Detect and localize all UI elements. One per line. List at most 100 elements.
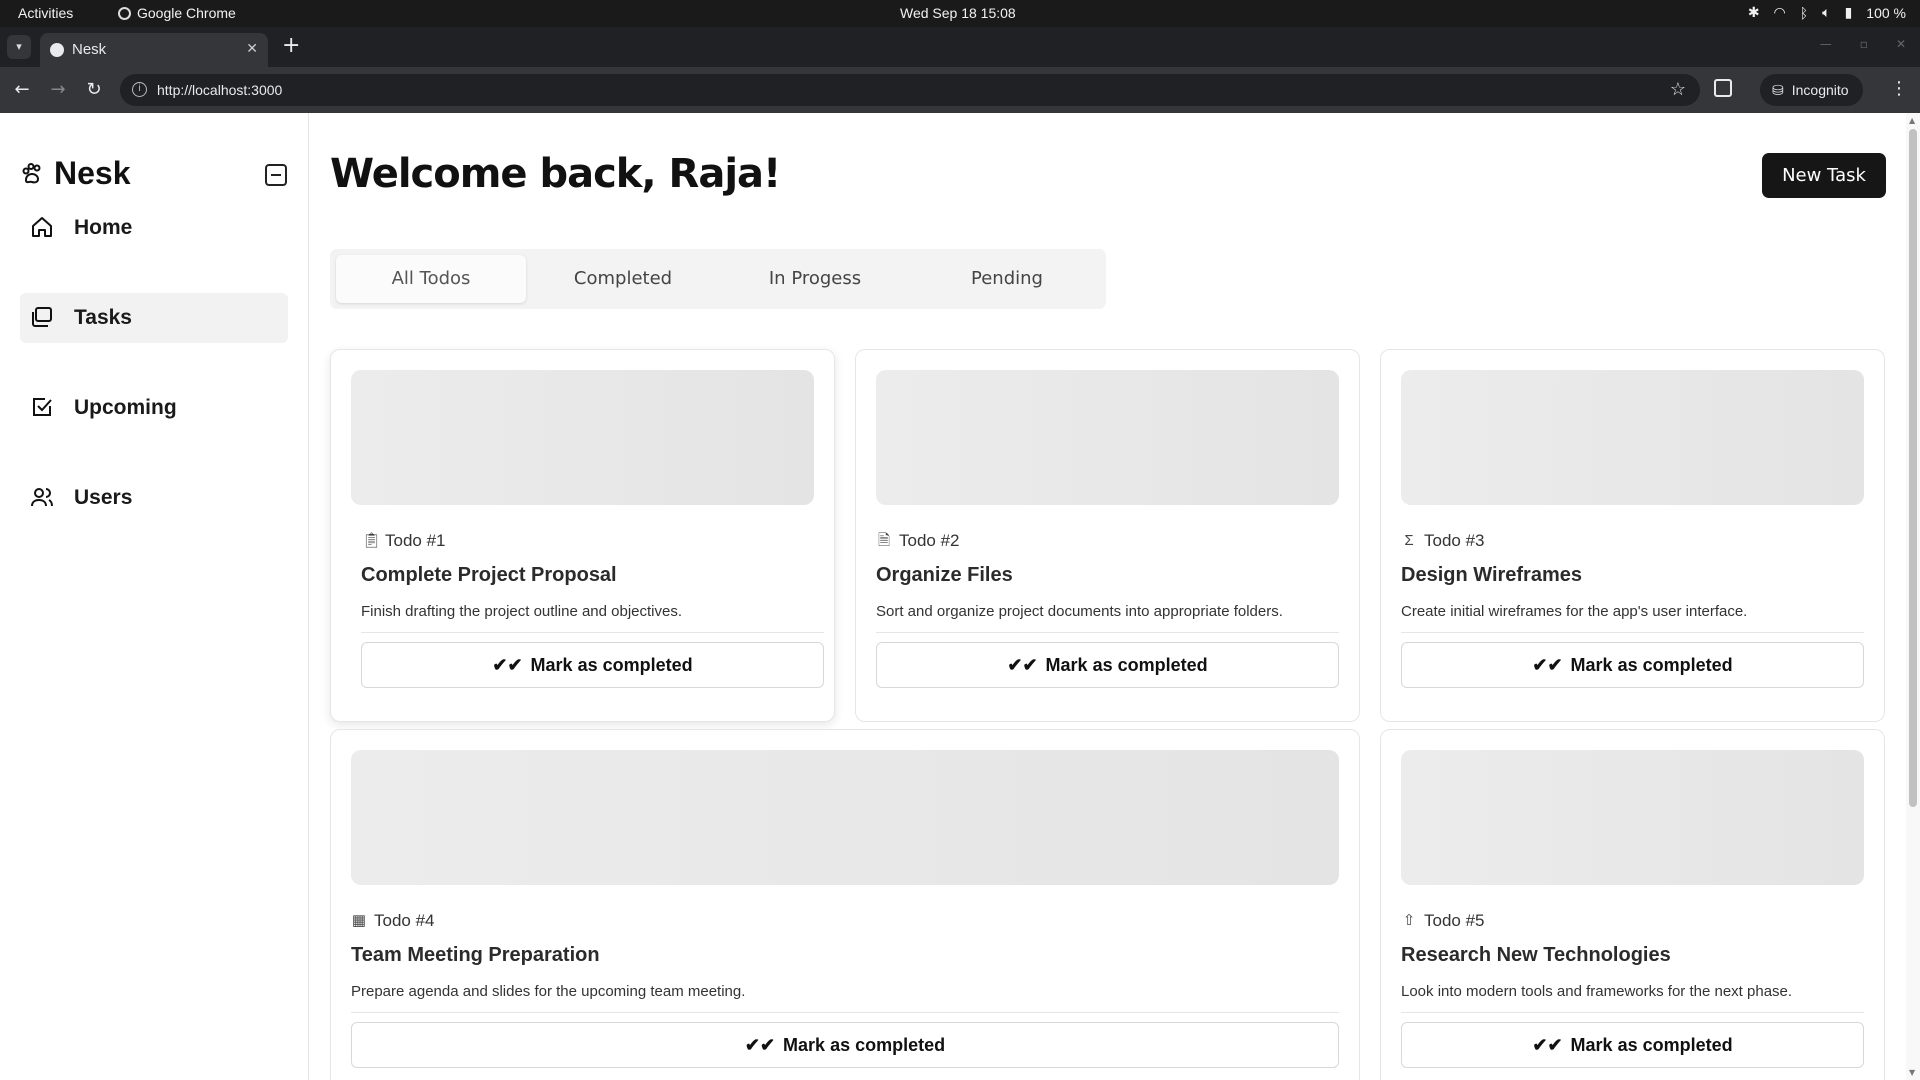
page-scrollbar[interactable]: ▲ ▼ — [1906, 113, 1920, 1080]
os-top-bar: Activities Google Chrome Wed Sep 18 15:0… — [0, 0, 1920, 27]
brand[interactable]: Nesk — [20, 155, 131, 192]
todo-number: Todo #5 — [1424, 911, 1485, 930]
browser-tab-strip: ▾ Nesk ✕ + — ▫ ✕ — [0, 27, 1920, 67]
divider — [1401, 632, 1864, 633]
todo-card: 🗎 Todo #2 Organize Files Sort and organi… — [855, 349, 1360, 722]
minimize-icon[interactable]: — — [1820, 37, 1832, 51]
tab-all-todos[interactable]: All Todos — [336, 255, 526, 303]
folders-icon — [32, 307, 52, 327]
todo-description: Finish drafting the project outline and … — [361, 603, 683, 620]
site-info-icon[interactable]: i — [132, 82, 147, 97]
new-task-button[interactable]: New Task — [1762, 153, 1886, 198]
home-icon — [32, 217, 52, 237]
double-check-icon: ✔✔ — [492, 654, 523, 675]
divider — [361, 632, 824, 633]
mark-completed-label: Mark as completed — [1570, 1034, 1733, 1055]
accessibility-icon: ✱ — [1747, 4, 1760, 20]
address-bar[interactable]: i http://localhost:3000 ☆ — [120, 74, 1700, 106]
mark-completed-button[interactable]: ✔✔ Mark as completed — [876, 642, 1339, 688]
todo-number: Todo #4 — [374, 911, 435, 930]
back-icon[interactable]: ← — [10, 78, 34, 102]
todo-card: Σ Todo #3 Design Wireframes Create initi… — [1380, 349, 1885, 722]
divider — [351, 1012, 1339, 1013]
sidebar-item-users[interactable]: Users — [20, 473, 288, 523]
todo-title: Research New Technologies — [1401, 944, 1671, 966]
sigma-icon: Σ — [1404, 532, 1414, 549]
sidebar-item-home[interactable]: Home — [20, 203, 288, 253]
clock[interactable]: Wed Sep 18 15:08 — [900, 5, 1016, 21]
todo-number: Todo #3 — [1424, 531, 1485, 550]
scroll-down-icon[interactable]: ▼ — [1909, 1068, 1915, 1077]
mark-completed-label: Mark as completed — [1570, 654, 1733, 675]
bookmark-star-icon[interactable]: ☆ — [1670, 79, 1686, 100]
mark-completed-button[interactable]: ✔✔ Mark as completed — [1401, 1022, 1864, 1068]
chrome-icon — [118, 6, 131, 20]
sidebar-item-label: Home — [74, 216, 133, 239]
battery-icon: ▮ — [1844, 4, 1853, 20]
close-tab-icon[interactable]: ✕ — [246, 40, 258, 57]
todo-description: Prepare agenda and slides for the upcomi… — [351, 983, 746, 1000]
divider — [1401, 1012, 1864, 1013]
todo-card: ⇧ Todo #5 Research New Technologies Look… — [1380, 729, 1885, 1080]
maximize-icon[interactable]: ▫ — [1860, 37, 1868, 51]
divider — [876, 632, 1339, 633]
sidebar-item-tasks[interactable]: Tasks — [20, 293, 288, 343]
mark-completed-button[interactable]: ✔✔ Mark as completed — [1401, 642, 1864, 688]
todo-title: Design Wireframes — [1401, 564, 1582, 586]
activities-button[interactable]: Activities — [18, 5, 73, 21]
todo-tag: ⇧ Todo #5 — [1401, 911, 1485, 931]
todo-number: Todo #2 — [899, 531, 960, 550]
todo-image-placeholder — [351, 750, 1339, 885]
mark-completed-button[interactable]: ✔✔ Mark as completed — [351, 1022, 1339, 1068]
favicon-icon — [50, 43, 64, 57]
tab-search-button[interactable]: ▾ — [7, 35, 31, 59]
app-menu[interactable]: Google Chrome — [118, 5, 236, 21]
reload-icon[interactable]: ↻ — [82, 78, 106, 102]
todo-card: 📋︎ Todo #1 Complete Project Proposal Fin… — [330, 349, 835, 722]
sidebar-item-upcoming[interactable]: Upcoming — [20, 383, 288, 433]
forward-icon[interactable]: → — [46, 78, 70, 102]
battery-level: 100 % — [1866, 4, 1906, 21]
todo-title: Organize Files — [876, 564, 1013, 586]
extensions-icon[interactable] — [1714, 79, 1732, 97]
tab-in-progress[interactable]: In Progess — [720, 255, 910, 303]
scroll-up-icon[interactable]: ▲ — [1909, 116, 1915, 125]
collapse-sidebar-icon[interactable] — [265, 164, 287, 186]
double-check-icon: ✔✔ — [1007, 654, 1038, 675]
wifi-icon: ◠ — [1773, 4, 1786, 20]
todo-tag: Σ Todo #3 — [1401, 531, 1485, 551]
incognito-label: Incognito — [1791, 82, 1849, 98]
app-viewport: Nesk Home Tasks Upcoming Users Welcome b… — [0, 113, 1920, 1080]
incognito-badge[interactable]: ⛁ Incognito — [1760, 74, 1863, 106]
double-check-icon: ✔✔ — [744, 1034, 776, 1055]
todo-image-placeholder — [1401, 370, 1864, 505]
todo-tag: 📋︎ Todo #1 — [362, 531, 446, 551]
new-tab-button[interactable]: + — [282, 35, 300, 57]
todo-image-placeholder — [351, 370, 814, 505]
double-check-icon: ✔✔ — [1532, 654, 1563, 675]
todo-tag: 🗎 Todo #2 — [876, 531, 960, 551]
sidebar-item-label: Users — [74, 486, 133, 509]
main-content: Welcome back, Raja! New Task All Todos C… — [310, 113, 1910, 1080]
page-title: Welcome back, Raja! — [330, 151, 781, 197]
brand-name: Nesk — [54, 155, 131, 191]
checkbox-icon — [33, 398, 52, 416]
volume-icon: 🔈︎ — [1822, 4, 1831, 20]
scrollbar-thumb[interactable] — [1909, 129, 1917, 807]
bluetooth-icon: ᛒ — [1799, 4, 1809, 21]
system-tray[interactable]: ✱ ◠ ᛒ 🔈︎ ▮ 100 % — [1748, 4, 1906, 21]
tab-completed[interactable]: Completed — [528, 255, 718, 303]
tab-pending[interactable]: Pending — [912, 255, 1102, 303]
chrome-menu-icon[interactable]: ⋮ — [1890, 78, 1908, 99]
browser-tab[interactable]: Nesk ✕ — [40, 33, 268, 67]
users-icon — [31, 488, 53, 507]
sidebar: Nesk Home Tasks Upcoming Users — [0, 113, 309, 1080]
tab-title: Nesk — [72, 41, 107, 58]
url-text[interactable]: http://localhost:3000 — [157, 82, 282, 98]
mark-completed-label: Mark as completed — [530, 654, 693, 675]
browser-toolbar: ← → ↻ i http://localhost:3000 ☆ ⛁ Incogn… — [0, 67, 1920, 113]
todo-number: Todo #1 — [385, 531, 446, 550]
close-window-icon[interactable]: ✕ — [1896, 37, 1906, 51]
mark-completed-button[interactable]: ✔✔ Mark as completed — [361, 642, 824, 688]
todo-filter-tabs: All Todos Completed In Progess Pending — [330, 249, 1106, 309]
